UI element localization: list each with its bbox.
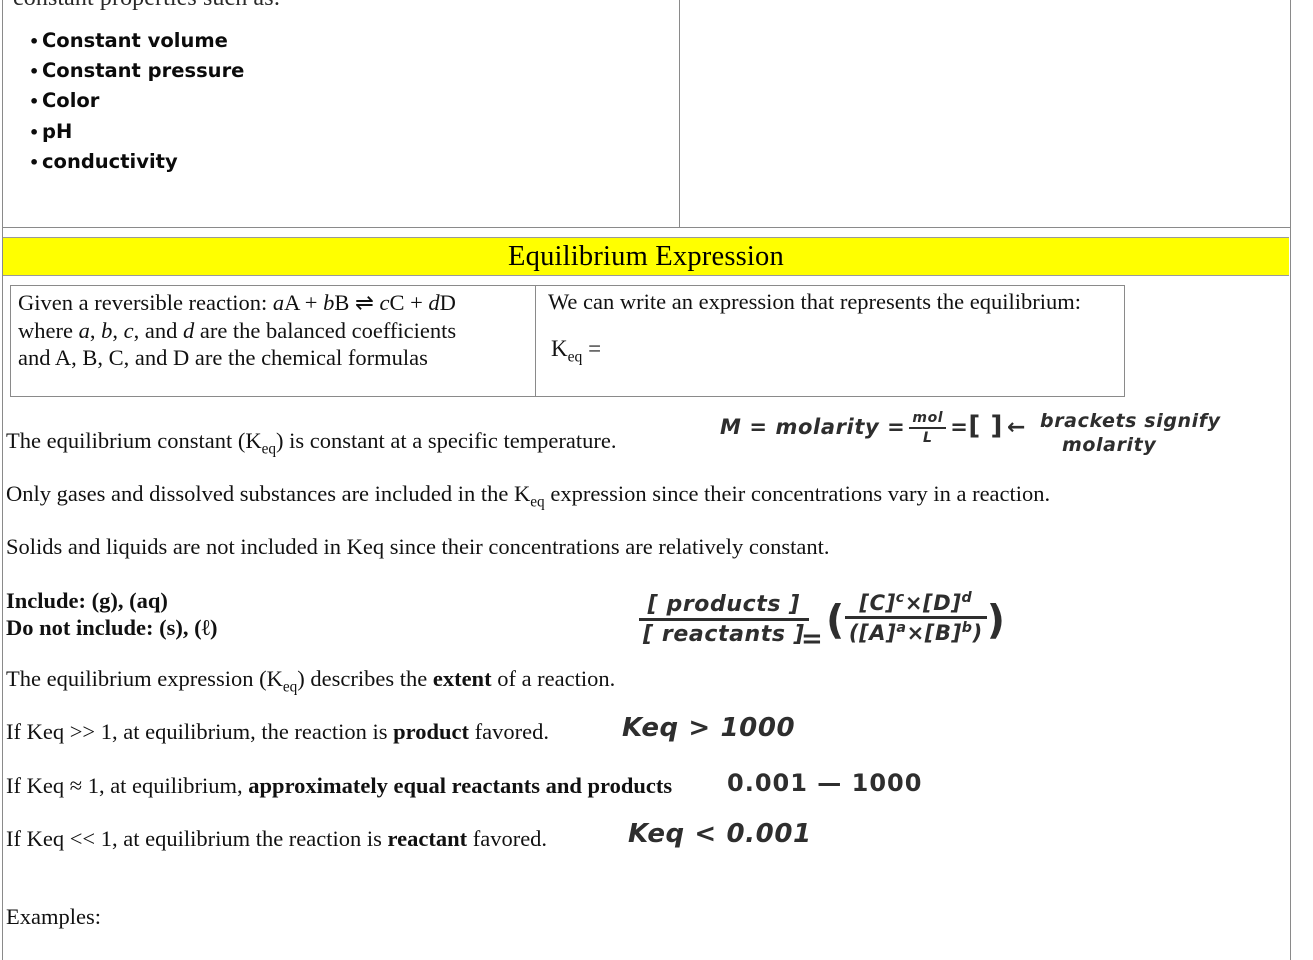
molarity-equals: = xyxy=(950,415,969,439)
list-item: • Color xyxy=(29,86,244,116)
paragraph-keq-constant: The equilibrium constant (Keq) is consta… xyxy=(6,428,617,458)
paragraph-product-favored: If Keq >> 1, at equilibrium, the reactio… xyxy=(6,719,549,744)
equal-emphasis: approximately equal reactants and produc… xyxy=(248,773,673,798)
section-banner: Equilibrium Expression xyxy=(3,237,1289,276)
bullet-icon: • xyxy=(29,92,40,112)
bullet-icon: • xyxy=(29,152,40,172)
handwritten-keq-greater-than: Keq > 1000 xyxy=(622,713,796,743)
list-item: • Constant pressure xyxy=(29,56,244,86)
keq-symbol-label: Keq = xyxy=(551,336,602,366)
product-emphasis: product xyxy=(393,719,470,744)
list-item-label: Color xyxy=(42,89,100,113)
include-exclude-block: Include: (g), (aq) Do not include: (s), … xyxy=(6,587,218,641)
list-item-label: conductivity xyxy=(42,149,178,173)
bullet-icon: • xyxy=(29,32,40,51)
close-paren-glyph: ) xyxy=(986,597,1006,644)
handwritten-keq-less-than: Keq < 0.001 xyxy=(628,819,812,849)
constant-properties-list: • Constant volume • Constant pressure • Col… xyxy=(29,26,244,177)
handwritten-keq-general-form: ( [C]c×[D]d ([A]a×[B]b) ) xyxy=(826,590,1006,645)
reactant-emphasis: reactant xyxy=(387,826,468,851)
molarity-definition: M = molarity = xyxy=(720,415,906,439)
brackets-note-line2: molarity xyxy=(1062,434,1157,456)
products-over-reactants: [ products ] [ reactants ] xyxy=(639,592,809,647)
document-page: constant properties such as: •Constant v… xyxy=(0,0,1313,960)
list-item: • Constant volume xyxy=(29,26,244,56)
keq-table-column-divider xyxy=(535,286,536,396)
fraction-denominator: [ reactants ] xyxy=(643,622,805,647)
mol-per-liter-fraction: mol L xyxy=(909,410,947,446)
bullet-icon: • xyxy=(29,62,40,82)
reversible-reaction-line: Given a reversible reaction: aA + bB ⇌ c… xyxy=(18,290,456,315)
handwritten-equals-sign: = xyxy=(801,624,824,654)
include-line: Include: (g), (aq) xyxy=(6,588,168,613)
paragraph-extent: The equilibrium expression (Keq) describ… xyxy=(6,666,616,696)
fraction-numerator: [ products ] xyxy=(639,592,809,621)
coefficients-line: where a, b, c, and d are the balanced co… xyxy=(18,317,457,343)
clipped-heading-text: constant properties such as: xyxy=(13,0,280,11)
list-item-label: pH xyxy=(42,119,73,143)
open-paren-glyph: ( xyxy=(826,597,845,644)
top-table-column-divider xyxy=(679,0,680,227)
list-item: • pH xyxy=(29,117,244,147)
list-item: • conductivity xyxy=(29,147,244,177)
top-properties-table: constant properties such as: •Constant v… xyxy=(3,0,1291,228)
handwritten-molarity-note: M = molarity = mol L =[ ] ← xyxy=(720,410,1030,446)
formulas-line: and A, B, C, and D are the chemical form… xyxy=(18,345,428,370)
brackets-note-line1: brackets signify xyxy=(1040,410,1221,432)
keq-table-left-cell: Given a reversible reaction: aA + bB ⇌ c… xyxy=(18,289,523,372)
handwritten-brackets-note: brackets signify molarity xyxy=(1040,409,1221,457)
rhs-numerator: [C]c×[D]d xyxy=(844,590,987,619)
examples-heading: Examples: xyxy=(6,904,101,929)
extent-emphasis: extent xyxy=(432,666,492,691)
paragraph-included-species: Only gases and dissolved substances are … xyxy=(6,481,1051,511)
paragraph-equal-amounts: If Keq ≈ 1, at equilibrium, approximatel… xyxy=(6,773,673,798)
rhs-denominator: ([A]a×[B]b) xyxy=(848,620,983,645)
keq-expression-heading: We can write an expression that represen… xyxy=(548,289,1082,314)
list-item-label: Constant pressure xyxy=(42,59,245,83)
bracket-glyph: [ ] xyxy=(968,411,1004,441)
section-title: Equilibrium Expression xyxy=(508,240,784,272)
paragraph-reactant-favored: If Keq << 1, at equilibrium the reaction… xyxy=(6,826,548,851)
handwritten-keq-range: 0.001 — 1000 xyxy=(727,769,923,797)
equilibrium-definition-table: Given a reversible reaction: aA + bB ⇌ c… xyxy=(10,285,1125,654)
list-item-label: Constant volume xyxy=(42,29,228,52)
do-not-include-line: Do not include: (s), (ℓ) xyxy=(6,615,218,640)
paragraph-excluded-species: Solids and liquids are not included in K… xyxy=(6,534,830,559)
bullet-icon: • xyxy=(29,122,40,142)
arrow-icon: ← xyxy=(1007,415,1027,440)
